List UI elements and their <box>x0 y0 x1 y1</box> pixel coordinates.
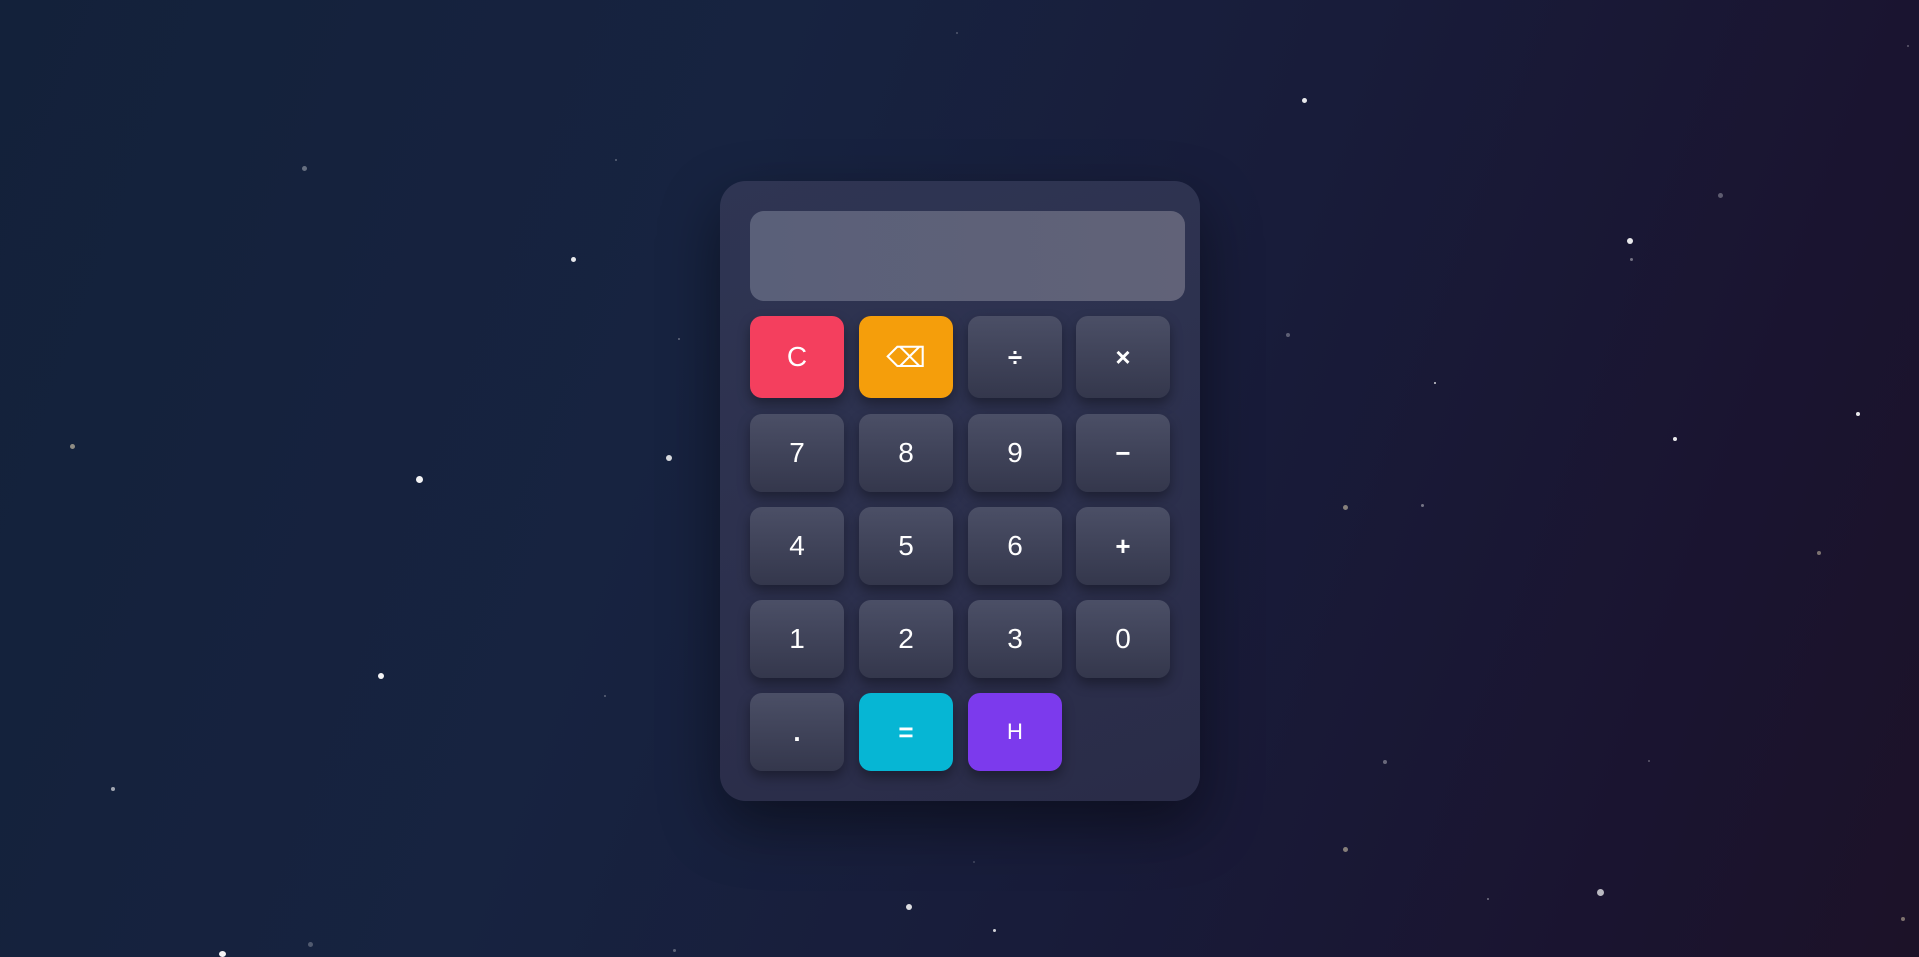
star <box>673 949 676 952</box>
divide-button[interactable]: ÷ <box>968 316 1062 398</box>
digit-8-button[interactable]: 8 <box>859 414 953 492</box>
star <box>615 159 617 161</box>
digit-1-button[interactable]: 1 <box>750 600 844 678</box>
digit-6-button[interactable]: 6 <box>968 507 1062 585</box>
star <box>1718 193 1723 198</box>
star <box>1383 760 1387 764</box>
backspace-button[interactable]: ⌫ <box>859 316 953 398</box>
digit-4-button[interactable]: 4 <box>750 507 844 585</box>
star <box>1302 98 1307 103</box>
star <box>571 257 576 262</box>
star <box>1648 760 1650 762</box>
multiply-button[interactable]: × <box>1076 316 1170 398</box>
clear-button[interactable]: C <box>750 316 844 398</box>
subtract-button[interactable]: − <box>1076 414 1170 492</box>
star <box>1343 505 1348 510</box>
star <box>1597 889 1604 896</box>
calculator-panel: C ⌫ ÷ × 7 8 9 − 4 5 6 + 1 2 3 0 . = H <box>720 181 1200 801</box>
digit-5-button[interactable]: 5 <box>859 507 953 585</box>
star <box>1286 333 1290 337</box>
star <box>906 904 912 910</box>
star <box>666 455 672 461</box>
star <box>1434 382 1436 384</box>
add-button[interactable]: + <box>1076 507 1170 585</box>
calculator-display <box>750 211 1185 301</box>
digit-3-button[interactable]: 3 <box>968 600 1062 678</box>
star <box>302 166 307 171</box>
star <box>1907 45 1909 47</box>
star <box>308 942 313 947</box>
star <box>1856 412 1860 416</box>
star <box>111 787 115 791</box>
star <box>378 673 384 679</box>
equals-button[interactable]: = <box>859 693 953 771</box>
star <box>1630 258 1633 261</box>
star <box>219 951 226 957</box>
star <box>973 861 975 863</box>
star <box>993 929 996 932</box>
star <box>1421 504 1424 507</box>
star <box>1901 917 1905 921</box>
star <box>1817 551 1821 555</box>
decimal-button[interactable]: . <box>750 693 844 771</box>
digit-9-button[interactable]: 9 <box>968 414 1062 492</box>
star <box>1487 898 1489 900</box>
star <box>1627 238 1633 244</box>
star <box>1673 437 1677 441</box>
digit-2-button[interactable]: 2 <box>859 600 953 678</box>
history-button[interactable]: H <box>968 693 1062 771</box>
star <box>416 476 423 483</box>
star <box>956 32 958 34</box>
digit-0-button[interactable]: 0 <box>1076 600 1170 678</box>
star <box>604 695 606 697</box>
star <box>678 338 680 340</box>
star <box>1343 847 1348 852</box>
star <box>70 444 75 449</box>
digit-7-button[interactable]: 7 <box>750 414 844 492</box>
